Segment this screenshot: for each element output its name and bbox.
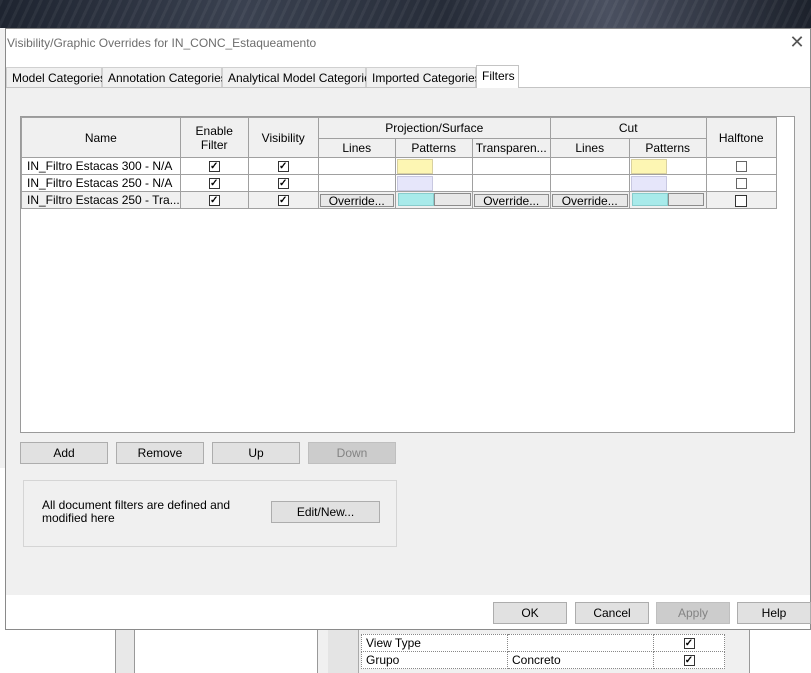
check-icon: ✓ [208, 161, 220, 173]
surface-lines-cell: Override... [317, 191, 396, 209]
desktop-background [0, 0, 811, 28]
info-groupbox: All document filters are defined and mod… [23, 480, 397, 547]
cut-lines-cell[interactable] [549, 157, 630, 175]
header-surface-lines[interactable]: Lines [317, 137, 396, 158]
down-button[interactable]: Down [308, 442, 396, 464]
info-text: All document filters are defined and mod… [42, 498, 231, 525]
surface-patterns-override-button[interactable] [433, 193, 471, 206]
enable-filter-checkbox[interactable]: ✓ [179, 157, 249, 175]
header-transparency[interactable]: Transparen... [471, 137, 551, 158]
tab-imported-categories[interactable]: Imported Categories [366, 67, 481, 87]
halftone-checkbox[interactable] [705, 174, 777, 192]
visibility-checkbox[interactable]: ✓ [247, 157, 319, 175]
property-value [507, 634, 654, 652]
property-label: View Type [361, 634, 508, 652]
edit-new-button[interactable]: Edit/New... [271, 501, 380, 523]
header-cut-lines[interactable]: Lines [549, 137, 630, 158]
visibility-graphic-overrides-dialog: Visibility/Graphic Overrides for IN_CONC… [5, 28, 811, 630]
pattern-swatch [631, 193, 668, 206]
table-row[interactable]: IN_Filtro Estacas 250 - N/A ✓ ✓ [21, 174, 777, 192]
background-panel-right [749, 630, 811, 673]
add-button[interactable]: Add [20, 442, 108, 464]
cancel-button[interactable]: Cancel [575, 602, 649, 624]
pattern-swatch [630, 159, 667, 174]
filter-name[interactable]: IN_Filtro Estacas 250 - N/A [21, 174, 181, 192]
property-checkbox[interactable]: ✓ [653, 634, 725, 652]
transparency-cell: Override... [471, 191, 551, 209]
cut-lines-override-button[interactable]: Override... [551, 193, 628, 207]
checkbox-empty-icon [735, 178, 747, 190]
visibility-checkbox[interactable]: ✓ [247, 174, 319, 192]
up-button[interactable]: Up [212, 442, 300, 464]
tab-analytical-model-categories[interactable]: Analytical Model Categories [222, 67, 377, 87]
background-panel-gutter [328, 630, 359, 673]
tab-filters[interactable]: Filters [476, 65, 519, 88]
header-surface-patterns[interactable]: Patterns [394, 137, 473, 158]
check-icon: ✓ [208, 178, 220, 190]
header-enable-filter[interactable]: Enable Filter [179, 117, 249, 158]
remove-button[interactable]: Remove [116, 442, 204, 464]
header-cut-patterns[interactable]: Patterns [628, 137, 707, 158]
filter-name[interactable]: IN_Filtro Estacas 300 - N/A [21, 157, 181, 175]
table-row[interactable]: IN_Filtro Estacas 250 - Tra... ✓ ✓ Overr… [21, 191, 777, 209]
surface-patterns-cell[interactable] [394, 157, 473, 175]
property-label: Grupo [361, 651, 508, 669]
help-button[interactable]: Help [737, 602, 811, 624]
pattern-swatch [396, 159, 433, 174]
filter-name[interactable]: IN_Filtro Estacas 250 - Tra... [21, 191, 181, 209]
header-visibility[interactable]: Visibility [247, 117, 319, 158]
transparency-cell[interactable] [471, 174, 551, 192]
halftone-checkbox[interactable] [705, 157, 777, 175]
apply-button[interactable]: Apply [656, 602, 730, 624]
property-row: Grupo Concreto ✓ [361, 651, 725, 669]
check-icon: ✓ [683, 638, 695, 650]
checkbox-empty-icon [735, 161, 747, 173]
check-icon: ✓ [208, 195, 220, 207]
surface-patterns-cell [394, 191, 473, 209]
cut-lines-cell: Override... [549, 191, 630, 209]
background-panel [115, 630, 135, 673]
cut-patterns-cell[interactable] [628, 174, 707, 192]
property-checkbox[interactable]: ✓ [653, 651, 725, 669]
pattern-swatch [630, 176, 667, 191]
filters-table: Name Enable Filter Visibility Projection… [21, 117, 777, 209]
transparency-override-button[interactable]: Override... [473, 193, 549, 207]
cut-lines-cell[interactable] [549, 174, 630, 192]
cut-patterns-cell[interactable] [628, 157, 707, 175]
filters-grid: Name Enable Filter Visibility Projection… [20, 116, 795, 433]
property-row: View Type ✓ [361, 634, 725, 652]
pattern-swatch [397, 193, 434, 206]
check-icon: ✓ [277, 195, 289, 207]
cut-patterns-override-button[interactable] [667, 193, 704, 206]
surface-patterns-cell[interactable] [394, 174, 473, 192]
dialog-title: Visibility/Graphic Overrides for IN_CONC… [7, 36, 317, 50]
header-cut: Cut [549, 117, 707, 139]
enable-filter-checkbox[interactable]: ✓ [179, 174, 249, 192]
close-icon[interactable]: ✕ [788, 32, 806, 53]
background-properties-table: View Type ✓ Grupo Concreto ✓ [361, 634, 725, 669]
visibility-checkbox[interactable]: ✓ [247, 191, 319, 209]
property-value: Concreto [507, 651, 654, 669]
header-name[interactable]: Name [21, 117, 181, 158]
tab-annotation-categories[interactable]: Annotation Categories [102, 67, 227, 87]
check-icon: ✓ [277, 161, 289, 173]
table-row[interactable]: IN_Filtro Estacas 300 - N/A ✓ ✓ [21, 157, 777, 175]
pattern-swatch [396, 176, 433, 191]
header-halftone[interactable]: Halftone [705, 117, 777, 158]
surface-lines-cell[interactable] [317, 157, 396, 175]
check-icon: ✓ [277, 178, 289, 190]
transparency-cell[interactable] [471, 157, 551, 175]
check-icon: ✓ [683, 655, 695, 667]
header-projection-surface: Projection/Surface [317, 117, 551, 139]
ok-button[interactable]: OK [493, 602, 567, 624]
checkbox-empty-icon [735, 194, 748, 207]
enable-filter-checkbox[interactable]: ✓ [179, 191, 249, 209]
surface-lines-override-button[interactable]: Override... [319, 193, 394, 207]
tab-model-categories[interactable]: Model Categories [6, 67, 106, 87]
surface-lines-cell[interactable] [317, 174, 396, 192]
cut-patterns-cell [628, 191, 707, 209]
halftone-checkbox[interactable] [705, 191, 777, 209]
